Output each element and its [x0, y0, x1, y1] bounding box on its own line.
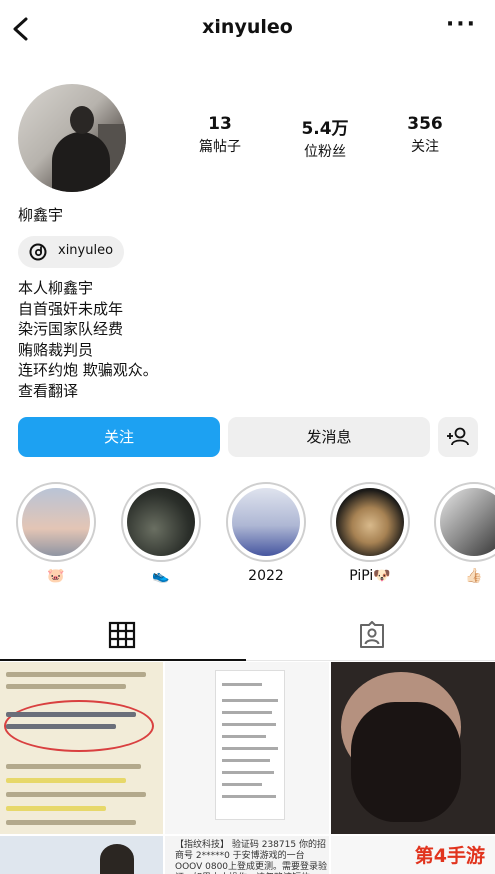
highlight-ring	[434, 482, 495, 562]
active-tab-indicator	[0, 659, 246, 661]
stat-posts-label: 篇帖子	[199, 139, 241, 155]
chat-line	[222, 723, 276, 726]
follow-button[interactable]: 关注	[18, 417, 220, 457]
story-highlight[interactable]: 👟	[121, 482, 201, 584]
profile-tabs	[0, 615, 495, 661]
document-line	[6, 712, 136, 717]
avatar-photo-person	[52, 132, 110, 192]
document-line	[6, 792, 146, 797]
chat-screenshot	[215, 670, 285, 820]
post-thumbnail[interactable]	[165, 662, 329, 834]
highlight-ring	[121, 482, 201, 562]
chat-line	[222, 699, 278, 702]
chat-line	[222, 783, 262, 786]
threads-badge[interactable]: xinyuleo	[18, 236, 124, 268]
profile-stats: 13 篇帖子 5.4万 位粉丝 356 关注	[160, 114, 480, 161]
photo-shadow	[351, 702, 461, 822]
highlight-label: 🐷	[47, 568, 65, 584]
story-highlight[interactable]: PiPi🐶	[330, 482, 410, 584]
highlight-ring	[330, 482, 410, 562]
story-highlight[interactable]: 👍🏻	[434, 482, 495, 584]
document-line	[6, 806, 106, 811]
chat-line	[222, 759, 270, 762]
story-highlight[interactable]: 🐷	[16, 482, 96, 584]
chat-line	[222, 683, 262, 686]
add-friend-button[interactable]	[438, 417, 478, 457]
threads-handle: xinyuleo	[58, 243, 114, 258]
display-name: 柳鑫宇	[18, 206, 64, 224]
post-thumbnail[interactable]	[0, 836, 163, 874]
stat-posts-value: 13	[208, 114, 232, 134]
chat-line	[222, 795, 276, 798]
chat-line	[222, 771, 274, 774]
bio-line: 本人柳鑫宇	[18, 279, 94, 297]
avatar-photo-head	[70, 106, 94, 134]
stat-followers[interactable]: 5.4万 位粉丝	[275, 114, 375, 161]
post-thumbnail[interactable]	[331, 662, 495, 834]
stat-followers-value: 5.4万	[301, 119, 349, 139]
highlight-label: 👍🏻	[465, 568, 483, 584]
document-line	[6, 684, 126, 689]
threads-icon	[29, 243, 47, 261]
profile-username: xinyuleo	[202, 16, 293, 38]
highlight-label: 2022	[248, 568, 284, 584]
highlight-ring	[16, 482, 96, 562]
post-thumbnail[interactable]: 【指纹科技】 验证码 238715 你的招商号 2*****0 于安博游戏的一台…	[165, 836, 329, 874]
avatar[interactable]	[18, 84, 126, 192]
bio-line: 贿赂裁判员	[18, 340, 94, 359]
highlight-ring	[226, 482, 306, 562]
stat-following[interactable]: 356 关注	[375, 114, 475, 156]
site-watermark: 第4手游	[414, 845, 485, 867]
document-line	[6, 764, 141, 769]
highlight-cover	[232, 488, 300, 556]
more-dots-icon[interactable]: ···	[446, 12, 477, 37]
id-photo	[100, 844, 134, 874]
top-bar: xinyuleo ···	[0, 0, 495, 60]
grid-icon[interactable]	[108, 621, 136, 649]
stat-following-label: 关注	[411, 139, 439, 155]
chat-line	[222, 711, 272, 714]
document-line	[6, 820, 136, 825]
document-line	[6, 724, 116, 729]
bio: 本人柳鑫宇 自首强奸未成年 染污国家队经费 贿赂裁判员 连环约炮 欺骗观众。 查…	[18, 278, 318, 401]
story-highlight[interactable]: 2022	[226, 482, 306, 584]
tagged-person-icon[interactable]	[358, 621, 386, 649]
highlight-cover	[127, 488, 195, 556]
highlight-label: PiPi🐶	[349, 568, 391, 584]
stat-followers-label: 位粉丝	[304, 144, 346, 160]
post-caption: 【指纹科技】 验证码 238715 你的招商号 2*****0 于安博游戏的一台…	[175, 840, 328, 874]
see-translation-link[interactable]: 查看翻译	[18, 381, 318, 402]
stat-following-value: 356	[407, 114, 443, 134]
bio-line: 连环约炮 欺骗观众。	[18, 361, 158, 379]
bio-line: 染污国家队经费	[18, 320, 124, 338]
document-line	[6, 778, 126, 783]
stat-posts[interactable]: 13 篇帖子	[170, 114, 270, 156]
highlight-cover	[336, 488, 404, 556]
chat-line	[222, 747, 278, 750]
highlight-label: 👟	[152, 568, 170, 584]
document-line	[6, 672, 146, 677]
message-button[interactable]: 发消息	[228, 417, 430, 457]
highlight-cover	[440, 488, 495, 556]
highlight-cover	[22, 488, 90, 556]
post-thumbnail[interactable]	[0, 662, 163, 834]
bio-line: 自首强奸未成年	[18, 299, 124, 318]
add-person-icon	[447, 427, 469, 446]
chat-line	[222, 735, 266, 738]
post-thumbnail[interactable]: 第4手游	[331, 836, 495, 874]
